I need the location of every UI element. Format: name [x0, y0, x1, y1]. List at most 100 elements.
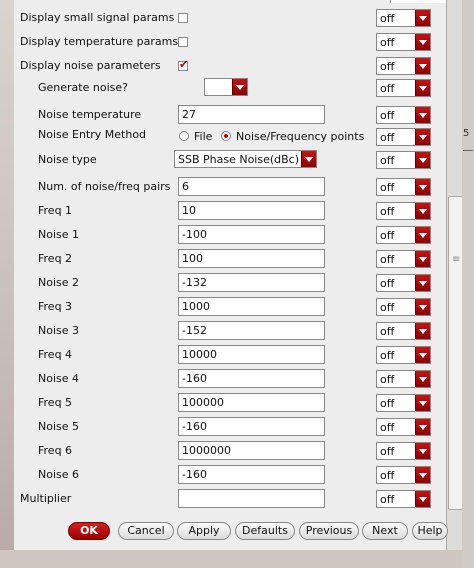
defaults-button[interactable]: Defaults: [235, 522, 295, 540]
noise-2-input[interactable]: -132: [178, 273, 325, 292]
noise-1-input[interactable]: -100: [178, 225, 325, 244]
chevron-down-icon[interactable]: [415, 299, 430, 315]
display-temperature-checkbox[interactable]: [178, 37, 188, 47]
select-value: off: [380, 493, 395, 506]
select-value: off: [380, 445, 395, 458]
row-noise-entry-method: Noise Entry Method File Noise/Frequency …: [14, 127, 446, 147]
display-option-select[interactable]: off: [376, 298, 431, 316]
display-option-select[interactable]: off: [376, 33, 431, 51]
freq-2-input[interactable]: 100: [178, 249, 325, 268]
row-freq-5: Freq 5 100000 off: [14, 393, 446, 413]
display-option-select[interactable]: off: [376, 394, 431, 412]
chevron-down-icon[interactable]: [415, 10, 430, 26]
display-option-select[interactable]: off: [376, 346, 431, 364]
freq-1-input[interactable]: 10: [178, 201, 325, 220]
help-button[interactable]: Help: [412, 522, 448, 540]
row-noise-4: Noise 4 -160 off: [14, 369, 446, 389]
select-value: off: [380, 36, 395, 49]
display-option-select[interactable]: off: [376, 57, 431, 75]
row-label: Freq 4: [38, 348, 73, 361]
chevron-down-icon[interactable]: [415, 419, 430, 435]
cancel-button[interactable]: Cancel: [118, 522, 174, 540]
radio-noise-frequency-label[interactable]: Noise/Frequency points: [236, 130, 364, 143]
chevron-down-icon[interactable]: [415, 203, 430, 219]
display-option-select[interactable]: off: [376, 490, 431, 508]
display-small-signal-checkbox[interactable]: [178, 13, 188, 23]
generate-noise-select[interactable]: [204, 78, 248, 96]
row-label: Freq 3: [38, 300, 73, 313]
row-label: Num. of noise/freq pairs: [38, 180, 171, 193]
chevron-down-icon[interactable]: [415, 467, 430, 483]
chevron-down-icon[interactable]: [415, 179, 430, 195]
chevron-down-icon[interactable]: [415, 275, 430, 291]
previous-button[interactable]: Previous: [299, 522, 359, 540]
radio-file-label[interactable]: File: [194, 130, 212, 143]
noise-temperature-input[interactable]: 27: [178, 105, 325, 124]
select-value: off: [380, 109, 395, 122]
display-option-select[interactable]: off: [376, 9, 431, 27]
row-multiplier: Multiplier off: [14, 489, 446, 509]
row-label: Noise 4: [38, 372, 80, 385]
apply-button[interactable]: Apply: [177, 522, 231, 540]
noise-3-input[interactable]: -152: [178, 321, 325, 340]
radio-noise-frequency-points[interactable]: [221, 131, 231, 141]
chevron-down-icon[interactable]: [415, 34, 430, 50]
row-label: Freq 6: [38, 444, 73, 457]
vertical-scrollbar[interactable]: ≡: [446, 0, 463, 550]
display-option-select[interactable]: off: [376, 322, 431, 340]
select-value: off: [380, 301, 395, 314]
chevron-down-icon[interactable]: [415, 347, 430, 363]
display-option-select[interactable]: off: [376, 178, 431, 196]
chevron-down-icon[interactable]: [415, 80, 430, 96]
row-label: Display noise parameters: [20, 59, 161, 72]
row-label: Noise 2: [38, 276, 80, 289]
row-label: Noise Entry Method: [38, 128, 147, 141]
chevron-down-icon[interactable]: [415, 129, 430, 145]
chevron-down-icon[interactable]: [415, 491, 430, 507]
chevron-down-icon[interactable]: [415, 443, 430, 459]
chevron-down-icon[interactable]: [415, 58, 430, 74]
noise-4-input[interactable]: -160: [178, 369, 325, 388]
display-option-select[interactable]: off: [376, 274, 431, 292]
display-option-select[interactable]: off: [376, 128, 431, 146]
display-option-select[interactable]: off: [376, 151, 431, 169]
chevron-down-icon[interactable]: [415, 395, 430, 411]
freq-4-input[interactable]: 10000: [178, 345, 325, 364]
freq-6-input[interactable]: 1000000: [178, 441, 325, 460]
display-option-select[interactable]: off: [376, 202, 431, 220]
display-option-select[interactable]: off: [376, 79, 431, 97]
multiplier-input[interactable]: [178, 489, 325, 508]
display-option-select[interactable]: off: [376, 442, 431, 460]
radio-file[interactable]: [179, 131, 189, 141]
display-option-select[interactable]: off: [376, 466, 431, 484]
chevron-down-icon[interactable]: [301, 151, 316, 167]
ok-button[interactable]: OK: [68, 522, 110, 540]
next-button[interactable]: Next: [362, 522, 408, 540]
chevron-down-icon[interactable]: [415, 371, 430, 387]
scrollbar-thumb[interactable]: ≡: [448, 196, 463, 510]
row-noise-6: Noise 6 -160 off: [14, 465, 446, 485]
noise-6-input[interactable]: -160: [178, 465, 325, 484]
desktop-background: [0, 550, 462, 568]
num-pairs-input[interactable]: 6: [178, 177, 325, 196]
display-option-select[interactable]: off: [376, 106, 431, 124]
chevron-down-icon[interactable]: [415, 251, 430, 267]
display-option-select[interactable]: off: [376, 250, 431, 268]
display-option-select[interactable]: off: [376, 226, 431, 244]
chevron-down-icon[interactable]: [415, 227, 430, 243]
chevron-down-icon[interactable]: [415, 323, 430, 339]
background-line: [463, 150, 473, 151]
chevron-down-icon[interactable]: [232, 79, 247, 95]
freq-5-input[interactable]: 100000: [178, 393, 325, 412]
chevron-down-icon[interactable]: [415, 107, 430, 123]
row-label: Freq 1: [38, 204, 73, 217]
row-freq-6: Freq 6 1000000 off: [14, 441, 446, 461]
noise-type-select[interactable]: SSB Phase Noise(dBc): [174, 150, 317, 168]
display-noise-checkbox[interactable]: [178, 58, 188, 71]
display-option-select[interactable]: off: [376, 370, 431, 388]
noise-5-input[interactable]: -160: [178, 417, 325, 436]
display-option-select[interactable]: off: [376, 418, 431, 436]
row-noise-1: Noise 1 -100 off: [14, 225, 446, 245]
chevron-down-icon[interactable]: [415, 152, 430, 168]
freq-3-input[interactable]: 1000: [178, 297, 325, 316]
